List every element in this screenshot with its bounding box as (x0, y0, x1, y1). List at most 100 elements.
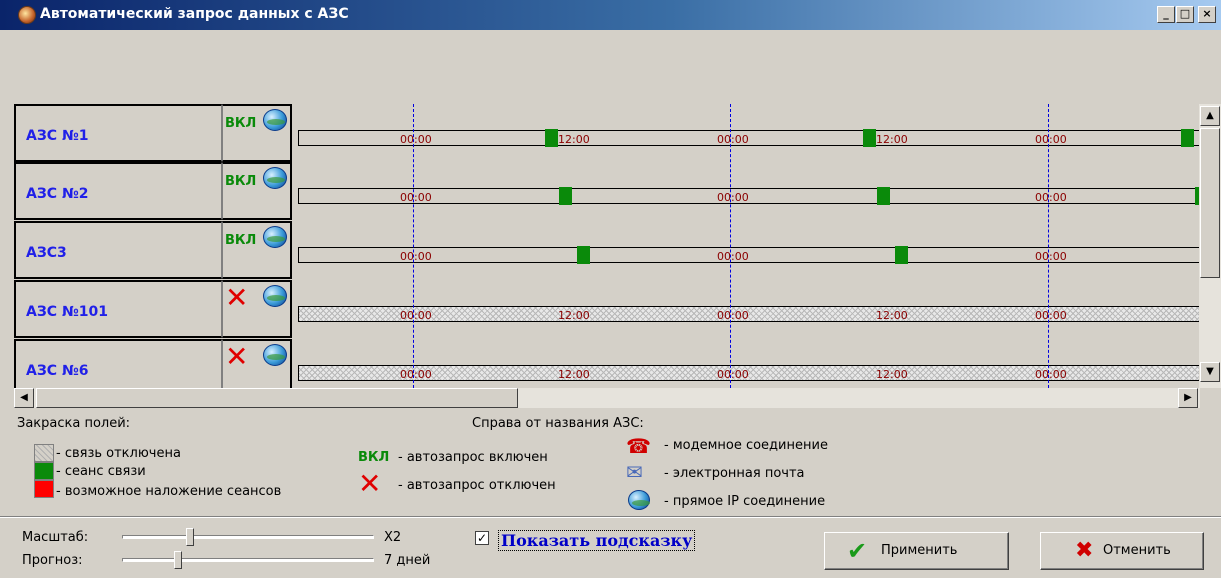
scroll-up-button[interactable]: ▲ (1200, 106, 1220, 126)
slider-track (122, 558, 374, 562)
station-row[interactable]: АЗС №2 ВКЛ 00:00 00:00 00:00 (14, 162, 1221, 220)
tick-label: 00:00 (1035, 309, 1067, 322)
station-timeline[interactable]: 00:00 12:00 00:00 12:00 00:00 (296, 104, 1203, 162)
tick-label: 00:00 (400, 368, 432, 381)
timeline-bar[interactable] (298, 306, 1203, 322)
autorequest-on-label: ВКЛ (225, 116, 257, 131)
timeline-bar[interactable] (298, 365, 1203, 381)
station-icons[interactable]: ✕ (222, 280, 292, 338)
session-segment[interactable] (877, 187, 890, 205)
station-name-cell[interactable]: АЗС №6 (14, 339, 222, 388)
station-timeline[interactable]: 00:00 00:00 00:00 (296, 221, 1203, 279)
right-legend-title: Справа от названия АЗС: (472, 416, 644, 431)
station-row[interactable]: АЗС №101 ✕ 00:00 12:00 00:00 12:00 00:00 (14, 280, 1221, 338)
minimize-button[interactable]: _ (1157, 6, 1175, 23)
tick-label: 12:00 (876, 368, 908, 381)
station-name-cell[interactable]: АЗС3 (14, 221, 222, 279)
session-segment[interactable] (545, 129, 558, 147)
tick-label: 00:00 (717, 368, 749, 381)
tick-label: 00:00 (400, 191, 432, 204)
globe-icon (263, 226, 287, 248)
title-bar: Автоматический запрос данных с АЗС _ □ × (0, 0, 1221, 30)
legend-modem: - модемное соединение (664, 438, 828, 453)
tick-label: 00:00 (1035, 133, 1067, 146)
tick-label: 00:00 (400, 133, 432, 146)
session-segment[interactable] (577, 246, 590, 264)
x-legend-icon: ✕ (358, 467, 382, 500)
station-name-cell[interactable]: АЗС №1 (14, 104, 222, 162)
tick-label: 00:00 (1035, 250, 1067, 263)
tick-label: 00:00 (717, 191, 749, 204)
tick-label: 12:00 (876, 133, 908, 146)
station-row[interactable]: АЗС №1 ВКЛ 00:00 12:00 00:00 12:00 00:00 (14, 104, 1221, 162)
apply-button[interactable]: ✔ Применить (824, 532, 1009, 570)
maximize-button[interactable]: □ (1176, 6, 1194, 23)
fill-legend-title: Закраска полей: (17, 416, 131, 431)
swatch-disconnected (34, 444, 54, 462)
station-icons[interactable]: ВКЛ (222, 104, 292, 162)
tick-label: 12:00 (876, 309, 908, 322)
scroll-thumb[interactable] (1200, 128, 1220, 278)
station-timeline[interactable]: 00:00 12:00 00:00 12:00 00:00 (296, 339, 1203, 388)
forecast-slider[interactable] (122, 551, 374, 569)
scale-value: X2 (384, 530, 402, 545)
station-row[interactable]: АЗС №6 ✕ 00:00 12:00 00:00 12:00 00:00 (14, 339, 1221, 388)
show-hint-checkbox[interactable]: ✓ (475, 531, 489, 545)
session-segment[interactable] (863, 129, 876, 147)
station-name-cell[interactable]: АЗС №2 (14, 162, 222, 220)
globe-icon (263, 285, 287, 307)
station-row[interactable]: АЗС3 ВКЛ 00:00 00:00 00:00 (14, 221, 1221, 279)
legend-ip: - прямое IP соединение (664, 494, 826, 509)
window-title: Автоматический запрос данных с АЗС (40, 6, 349, 22)
scroll-down-button[interactable]: ▼ (1200, 362, 1220, 382)
station-name-cell[interactable]: АЗС №101 (14, 280, 222, 338)
envelope-icon: ✉ (626, 460, 643, 484)
session-segment[interactable] (1181, 129, 1194, 147)
cross-icon: ✖ (1075, 538, 1094, 563)
phone-icon: ☎ (626, 434, 651, 458)
session-segment[interactable] (559, 187, 572, 205)
horizontal-scrollbar[interactable]: ◀ ▶ (14, 388, 1200, 408)
station-name: АЗС №6 (26, 363, 89, 379)
timeline-bar[interactable] (298, 130, 1203, 146)
slider-track (122, 535, 374, 539)
tick-label: 00:00 (1035, 368, 1067, 381)
tick-label: 00:00 (400, 309, 432, 322)
timeline-bar[interactable] (298, 188, 1203, 204)
apply-button-label: Применить (881, 543, 958, 558)
app-icon (18, 6, 36, 24)
autorequest-off-icon: ✕ (225, 281, 249, 314)
vertical-scrollbar[interactable]: ▲ ▼ (1199, 104, 1221, 388)
tick-label: 12:00 (558, 368, 590, 381)
slider-knob[interactable] (186, 528, 194, 546)
tick-label: 00:00 (717, 250, 749, 263)
forecast-label: Прогноз: (22, 553, 83, 568)
cancel-button[interactable]: ✖ Отменить (1040, 532, 1204, 570)
tick-label: 00:00 (717, 309, 749, 322)
scroll-left-button[interactable]: ◀ (14, 388, 34, 408)
schedule-grid: ПТ СБ ВС АЗС №1 ВКЛ 00:00 12:00 00:00 12… (14, 104, 1221, 388)
timeline-bar[interactable] (298, 247, 1203, 263)
station-timeline[interactable]: 00:00 00:00 00:00 (296, 162, 1203, 220)
station-timeline[interactable]: 00:00 12:00 00:00 12:00 00:00 (296, 280, 1203, 338)
globe-icon (263, 344, 287, 366)
station-icons[interactable]: ✕ (222, 339, 292, 388)
slider-knob[interactable] (174, 551, 182, 569)
scroll-right-button[interactable]: ▶ (1178, 388, 1198, 408)
cancel-button-label: Отменить (1103, 543, 1171, 558)
station-icons[interactable]: ВКЛ (222, 162, 292, 220)
session-segment[interactable] (895, 246, 908, 264)
autorequest-off-icon: ✕ (225, 340, 249, 373)
show-hint-label[interactable]: Показать подсказку (498, 530, 696, 551)
legend-disconnected: - связь отключена (56, 446, 181, 461)
tick-label: 12:00 (558, 133, 590, 146)
midnight-line (730, 104, 731, 388)
scroll-thumb[interactable] (36, 388, 518, 408)
tick-label: 00:00 (400, 250, 432, 263)
swatch-overlap (34, 480, 54, 498)
close-button[interactable]: × (1198, 6, 1216, 23)
tick-label: 00:00 (1035, 191, 1067, 204)
scale-slider[interactable] (122, 528, 374, 546)
station-name: АЗС3 (26, 245, 67, 261)
station-icons[interactable]: ВКЛ (222, 221, 292, 279)
